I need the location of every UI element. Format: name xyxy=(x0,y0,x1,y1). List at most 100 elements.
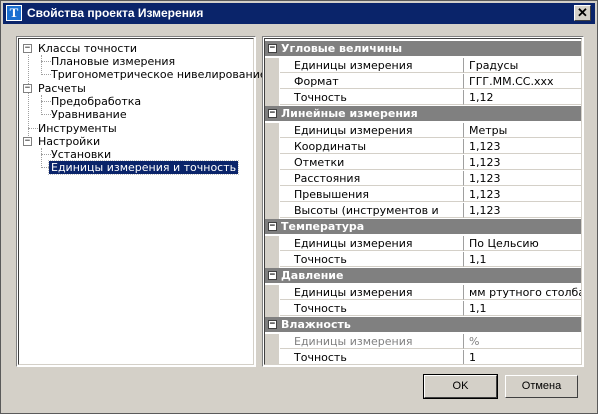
row-gutter xyxy=(265,334,279,350)
property-name: Формат xyxy=(280,74,464,89)
property-value[interactable]: 1,123 xyxy=(464,187,581,202)
property-row[interactable]: Единицы измерения% xyxy=(265,334,581,350)
collapse-icon[interactable]: − xyxy=(268,320,277,329)
collapse-icon[interactable]: − xyxy=(268,222,277,231)
property-name: Единицы измерения xyxy=(280,236,464,251)
tree-line xyxy=(28,55,29,138)
property-name: Высоты (инструментов и целей) xyxy=(280,203,464,232)
property-row[interactable]: Превышения 1,123 xyxy=(265,187,581,203)
row-gutter xyxy=(265,187,279,203)
property-value[interactable]: 1,123 xyxy=(464,155,581,170)
property-value[interactable]: 1,123 xyxy=(464,139,581,154)
tree-item-label: Инструменты xyxy=(38,122,117,135)
settings-tree[interactable]: − Классы точности Плановые измерения Три… xyxy=(16,36,267,367)
property-value: % xyxy=(464,334,581,349)
property-row[interactable]: Единицы измерения Метры xyxy=(265,123,581,139)
property-row[interactable]: Высоты (инструментов и целей)1,123 xyxy=(265,203,581,232)
row-gutter xyxy=(265,139,279,155)
row-gutter xyxy=(265,350,279,364)
row-gutter xyxy=(265,285,279,301)
ok-button[interactable]: OK xyxy=(423,374,498,399)
row-gutter xyxy=(265,203,279,219)
property-name: Координаты xyxy=(280,139,464,154)
property-name: Точность xyxy=(280,90,464,105)
property-row[interactable]: Точность 1,12 xyxy=(265,90,581,106)
property-row[interactable]: Отметки 1,123 xyxy=(265,155,581,171)
property-value[interactable]: 1,1 xyxy=(464,301,581,316)
collapse-icon[interactable]: − xyxy=(23,137,32,146)
close-button[interactable]: ✕ xyxy=(574,5,591,21)
tree-line xyxy=(41,55,42,75)
row-gutter xyxy=(265,236,279,252)
row-gutter xyxy=(265,74,279,90)
tree-item-label: Расчеты xyxy=(38,82,86,95)
property-name: Единицы измерения xyxy=(280,334,464,349)
properties-dialog: T Свойства проекта Измерения ✕ − Классы … xyxy=(0,0,598,414)
property-value[interactable]: 1 xyxy=(464,350,581,364)
row-gutter xyxy=(265,252,279,268)
property-value[interactable]: Градусы xyxy=(464,58,581,73)
category-header[interactable]: − Давление xyxy=(265,268,581,283)
category-label: Температура xyxy=(281,220,365,233)
tree-item-label: Предобработка xyxy=(51,95,142,108)
tree-item-label: Настройки xyxy=(38,135,101,148)
property-value[interactable]: 1,12 xyxy=(464,90,581,105)
property-name: Точность xyxy=(280,301,464,316)
category-label: Давление xyxy=(281,269,344,282)
property-value[interactable]: Метры xyxy=(464,123,581,138)
row-gutter xyxy=(265,171,279,187)
property-name: Единицы измерения xyxy=(280,58,464,73)
property-row[interactable]: Формат ГГГ.ММ.СС.xxx xyxy=(265,74,581,90)
category-label: Угловые величины xyxy=(281,42,403,55)
tree-item-label: Установки xyxy=(51,148,112,161)
property-row[interactable]: Точность 1 xyxy=(265,350,581,364)
tree-item-label: Классы точности xyxy=(38,42,138,55)
property-row[interactable]: Координаты 1,123 xyxy=(265,139,581,155)
category-label: Влажность xyxy=(281,318,351,331)
property-name: Единицы измерения xyxy=(280,123,464,138)
category-header[interactable]: − Угловые величины xyxy=(265,41,581,56)
property-value[interactable]: 1,1 xyxy=(464,252,581,267)
collapse-icon[interactable]: − xyxy=(268,44,277,53)
property-row[interactable]: Расстояния 1,123 xyxy=(265,171,581,187)
property-row[interactable]: Точность 1,1 xyxy=(265,252,581,268)
property-row[interactable]: Точность 1,1 xyxy=(265,301,581,317)
collapse-icon[interactable]: − xyxy=(23,44,32,53)
property-row[interactable]: Единицы измерения мм ртутного столба xyxy=(265,285,581,301)
title-bar[interactable]: T Свойства проекта Измерения ✕ xyxy=(3,3,595,24)
row-gutter xyxy=(265,58,279,74)
property-value[interactable]: мм ртутного столба xyxy=(464,285,581,300)
property-grid[interactable]: − Угловые величины Единицы измерения Градус… xyxy=(262,36,584,367)
app-icon: T xyxy=(6,5,22,21)
collapse-icon[interactable]: − xyxy=(268,109,277,118)
property-name: Точность xyxy=(280,252,464,267)
tree-item-label-selected: Единицы измерения и точность xyxy=(47,160,240,175)
category-header[interactable]: − Температура xyxy=(265,219,581,234)
row-gutter xyxy=(265,90,279,106)
property-name: Точность xyxy=(280,350,464,364)
tree-item-label: Уравнивание xyxy=(51,108,127,121)
collapse-icon[interactable]: − xyxy=(268,271,277,280)
row-gutter xyxy=(265,123,279,139)
category-header[interactable]: − Линейные измерения xyxy=(265,106,581,121)
row-gutter xyxy=(265,155,279,171)
collapse-icon[interactable]: − xyxy=(23,84,32,93)
property-row[interactable]: Единицы измерения Градусы xyxy=(265,58,581,74)
tree-item-label: Тригонометрическое нивелирование xyxy=(51,68,267,81)
category-header[interactable]: − Влажность xyxy=(265,317,581,332)
property-name: Отметки xyxy=(280,155,464,170)
property-row[interactable]: Единицы измерения По Цельсию xyxy=(265,236,581,252)
property-value[interactable]: По Цельсию xyxy=(464,236,581,251)
property-value[interactable]: 1,123 xyxy=(464,203,581,218)
property-name: Превышения xyxy=(280,187,464,202)
window-title: Свойства проекта Измерения xyxy=(27,6,204,20)
property-name: Единицы измерения xyxy=(280,285,464,300)
property-value[interactable]: 1,123 xyxy=(464,171,581,186)
property-name: Расстояния xyxy=(280,171,464,186)
tree-line xyxy=(41,95,42,115)
property-value[interactable]: ГГГ.ММ.СС.xxx xyxy=(464,74,581,89)
cancel-button[interactable]: Отмена xyxy=(505,375,578,398)
tree-item-label: Плановые измерения xyxy=(51,55,176,68)
tree-line xyxy=(41,148,42,168)
category-label: Линейные измерения xyxy=(281,107,418,120)
